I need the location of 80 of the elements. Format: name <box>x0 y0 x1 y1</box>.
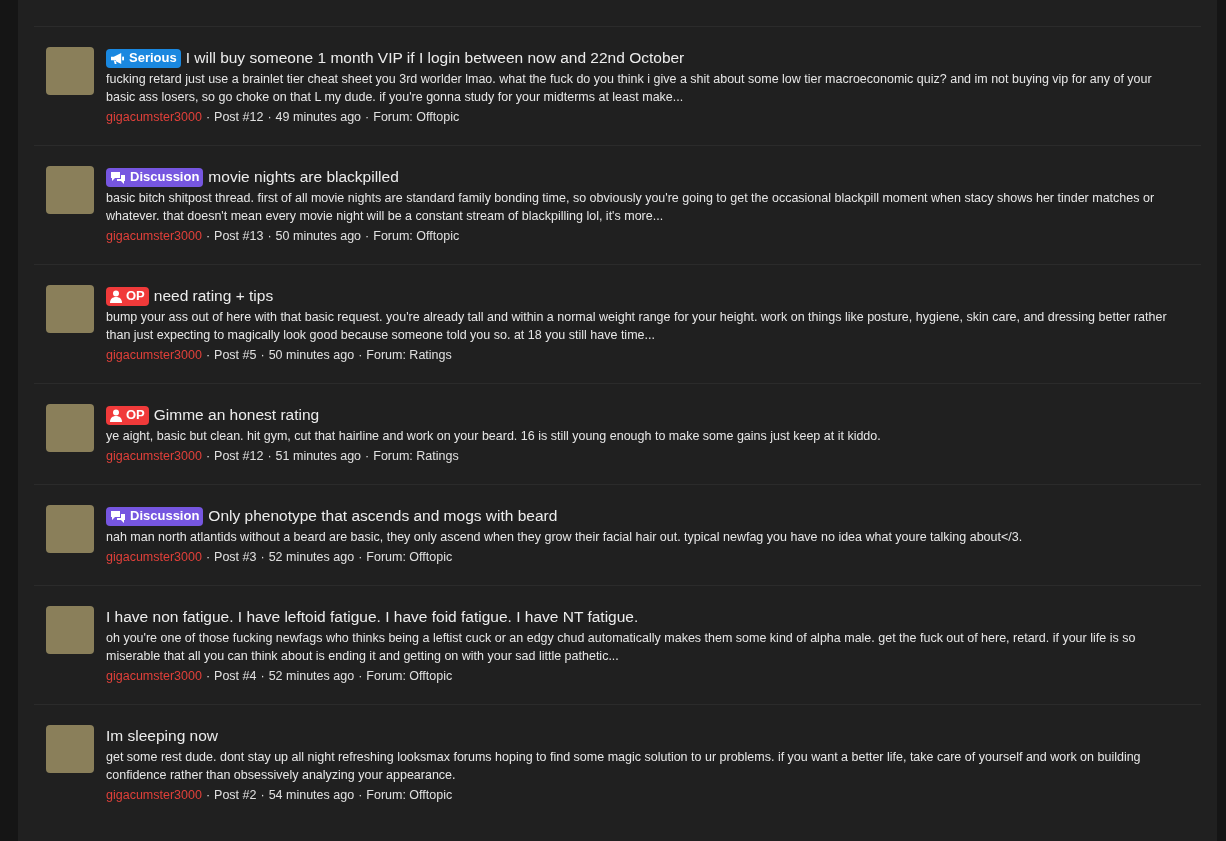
separator-dot: · <box>205 228 211 245</box>
person-icon <box>110 408 122 422</box>
thread-title-link[interactable]: need rating + tips <box>153 284 274 308</box>
forum-link[interactable]: Forum: Offtopic <box>366 547 453 567</box>
post-number-link[interactable]: Post #2 <box>214 785 257 805</box>
separator-dot: · <box>260 787 265 804</box>
separator-dot: · <box>358 347 363 364</box>
chat-bubbles-icon <box>110 170 126 184</box>
chat-bubbles-icon <box>110 509 126 523</box>
separator-dot: · <box>365 109 370 126</box>
post-time: 52 minutes ago <box>268 549 355 566</box>
separator-dot: · <box>205 549 211 566</box>
author-link[interactable]: gigacumster3000 <box>106 666 202 686</box>
separator-dot: · <box>267 228 272 245</box>
thread-prefix-label[interactable]: OP <box>106 286 149 306</box>
post-snippet: nah man north atlantids without a beard are basic, they only ascend when they grow their facial hair out. typical newfag you have no idea what youre talking about</3. <box>106 529 1024 546</box>
separator-dot: · <box>267 448 272 465</box>
author-link[interactable]: gigacumster3000 <box>106 107 202 127</box>
author-link[interactable]: gigacumster3000 <box>106 547 202 567</box>
post-number-link[interactable]: Post #3 <box>214 547 257 567</box>
post-number-link[interactable]: Post #4 <box>214 666 257 686</box>
separator-dot: · <box>358 787 363 804</box>
post-snippet: ye aight, basic but clean. hit gym, cut that hairline and work on your beard. 16 is still young enough to make some gains just keep at it kiddo. <box>106 428 882 445</box>
avatar-photo-placeholder[interactable] <box>46 505 94 553</box>
thread-prefix-label[interactable]: Serious <box>106 48 181 68</box>
post-number-link[interactable]: Post #5 <box>214 345 257 365</box>
post-number-link[interactable]: Post #12 <box>214 446 264 466</box>
separator-dot: · <box>205 787 211 804</box>
author-link[interactable]: gigacumster3000 <box>106 785 202 805</box>
separator-dot: · <box>260 668 265 685</box>
thread-title-link[interactable]: movie nights are blackpilled <box>208 165 399 189</box>
forum-link[interactable]: Forum: Ratings <box>373 446 459 466</box>
post-time: 50 minutes ago <box>275 228 362 245</box>
forum-link[interactable]: Forum: Offtopic <box>366 785 453 805</box>
post-time: 49 minutes ago <box>275 109 362 126</box>
separator-dot: · <box>365 448 370 465</box>
separator-dot: · <box>365 228 370 245</box>
thread-prefix-label[interactable]: Discussion <box>106 167 204 187</box>
separator-dot: · <box>358 549 363 566</box>
separator-dot: · <box>260 549 265 566</box>
person-icon <box>110 289 122 303</box>
forum-link[interactable]: Forum: Offtopic <box>366 666 453 686</box>
separator-dot: · <box>205 448 211 465</box>
thread-title-link[interactable]: Im sleeping now <box>106 724 218 748</box>
avatar-photo-placeholder[interactable] <box>46 285 94 333</box>
forum-link[interactable]: Forum: Offtopic <box>373 226 460 246</box>
author-link[interactable]: gigacumster3000 <box>106 446 202 466</box>
forum-link[interactable]: Forum: Ratings <box>366 345 452 365</box>
post-time: 52 minutes ago <box>268 668 355 685</box>
separator-dot: · <box>205 668 211 685</box>
thread-title-link[interactable]: Only phenotype that ascends and mogs with beard <box>208 504 558 528</box>
separator-dot: · <box>267 109 272 126</box>
separator-dot: · <box>205 109 211 126</box>
separator-dot: · <box>358 668 363 685</box>
post-time: 51 minutes ago <box>275 448 362 465</box>
thread-prefix-label[interactable]: Discussion <box>106 506 204 526</box>
post-snippet: fucking retard just use a brainlet tier cheat sheet you 3rd worlder lmao. what the fuck do you think i give a shit about some low tier macroeconomic quiz? and im not buying vip for any of your basic ass losers, so go choke on that L my dude. if you're gonna study for your midterms at least make... <box>106 71 1153 106</box>
post-snippet: oh you're one of those fucking newfags who thinks being a leftist cuck or an edgy chud automatically makes them some kind of alpha male. get the fuck out of here, retard. if your life is so miserable that all you can think about is ending it and getting on with your sad little pathetic... <box>106 630 1137 665</box>
separator-dot: · <box>205 347 211 364</box>
thread-title-link[interactable]: I have non fatigue. I have leftoid fatigue. I have foid fatigue. I have NT fatigue. <box>106 605 639 629</box>
author-link[interactable]: gigacumster3000 <box>106 345 202 365</box>
post-snippet: bump your ass out of here with that basic request. you're already tall and within a normal weight range for your height. work on things like posture, hygiene, skin care, and dressing better rather than just expecting to magically look good because someone told you so. at 18 you still have time... <box>106 309 1168 344</box>
post-snippet: basic bitch shitpost thread. first of all movie nights are standard family bonding time, so obviously you're going to get the occasional blackpill moment when stacy shows her tinder matches or whatever. that doesn't mean every movie night will be a constant stream of blackpilling lol, it's more... <box>106 190 1156 225</box>
author-link[interactable]: gigacumster3000 <box>106 226 202 246</box>
post-snippet: get some rest dude. dont stay up all night refreshing looksmax forums hoping to find some magic solution to ur problems. if you want a better life, take care of yourself and work on building confidence rather than obsessively analyzing your appearance. <box>106 749 1142 784</box>
post-time: 50 minutes ago <box>268 347 355 364</box>
avatar-photo-placeholder[interactable] <box>46 606 94 654</box>
avatar-photo-placeholder[interactable] <box>46 725 94 773</box>
avatar-photo-placeholder[interactable] <box>46 404 94 452</box>
avatar-photo-placeholder[interactable] <box>46 47 94 95</box>
thread-title-link[interactable]: Gimme an honest rating <box>153 403 320 427</box>
separator-dot: · <box>260 347 265 364</box>
megaphone-icon <box>110 51 125 65</box>
thread-prefix-label[interactable]: OP <box>106 405 149 425</box>
forum-link[interactable]: Forum: Offtopic <box>373 107 460 127</box>
avatar-photo-placeholder[interactable] <box>46 166 94 214</box>
thread-title-link[interactable]: I will buy someone 1 month VIP if I login between now and 22nd October <box>185 46 685 70</box>
post-time: 54 minutes ago <box>268 787 355 804</box>
post-number-link[interactable]: Post #13 <box>214 226 264 246</box>
post-number-link[interactable]: Post #12 <box>214 107 264 127</box>
